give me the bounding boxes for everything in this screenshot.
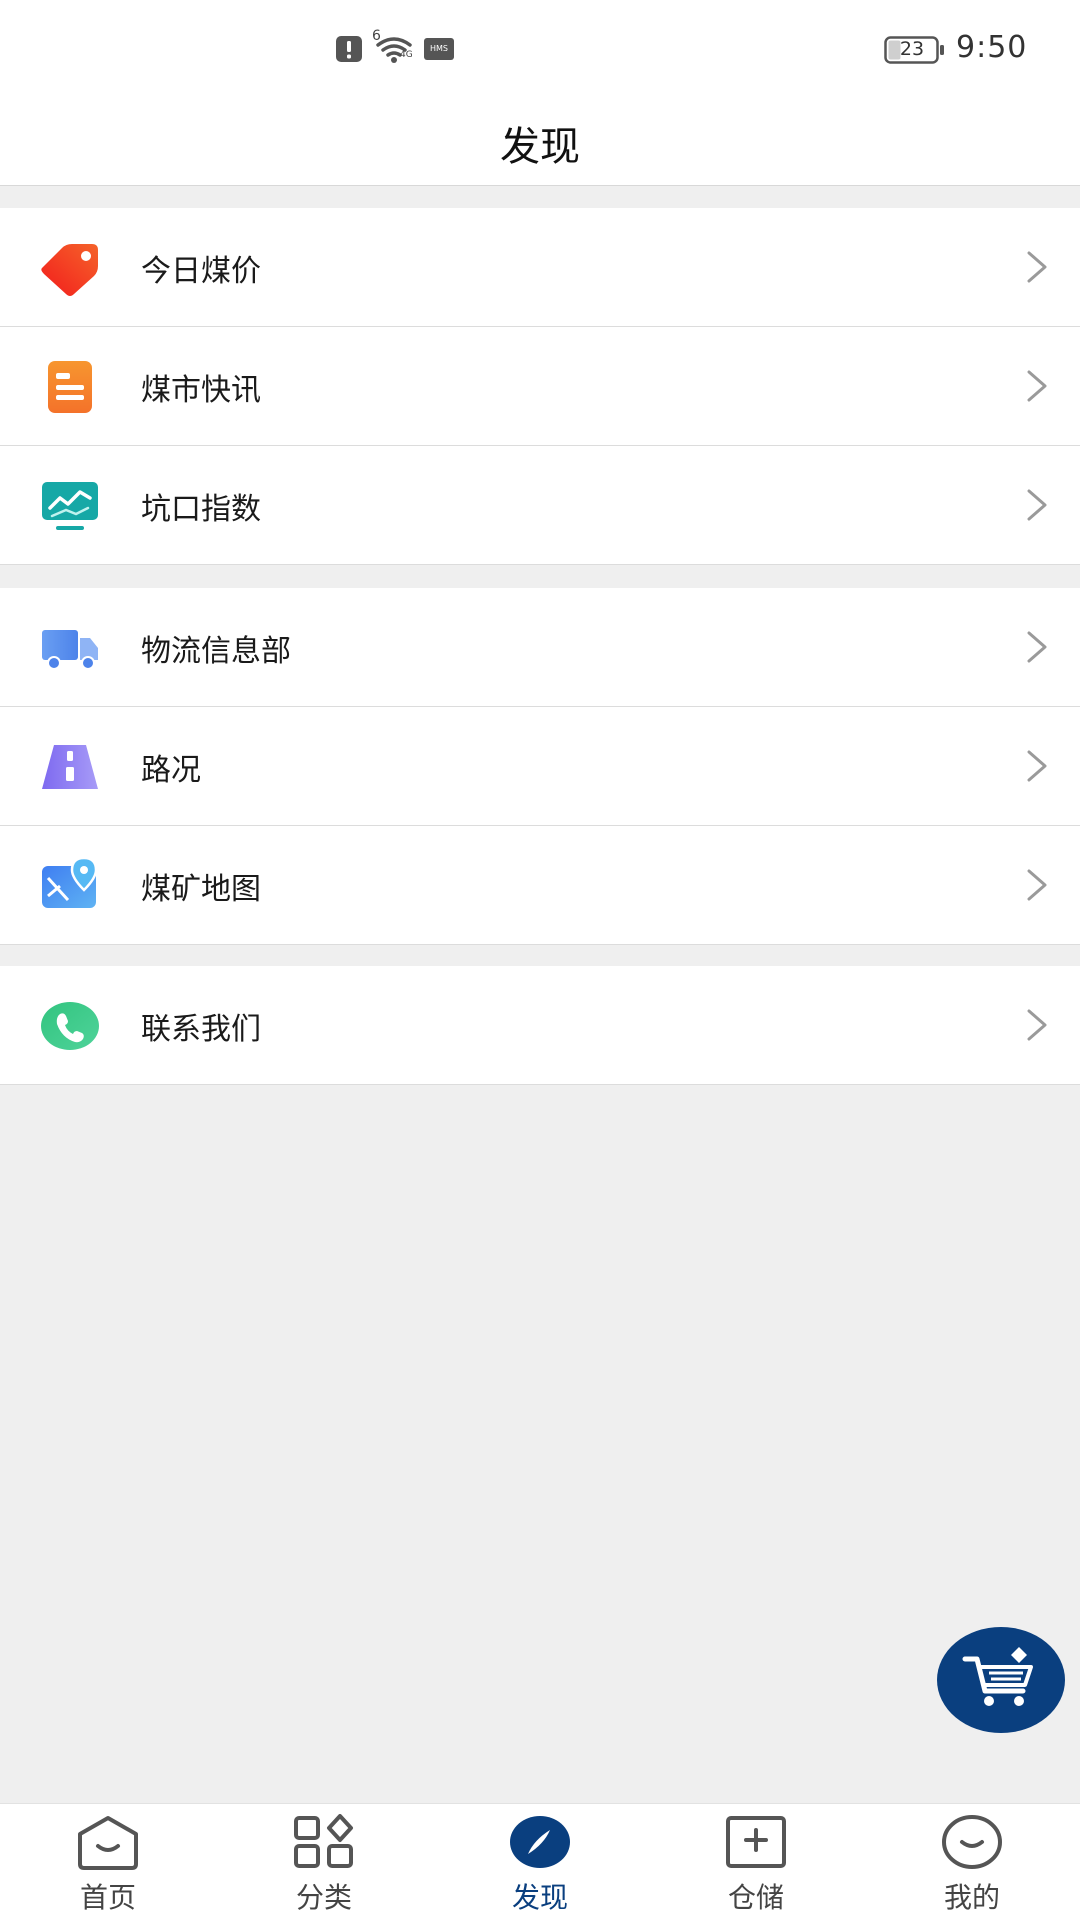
tab-label: 首页 <box>79 1881 136 1914</box>
menu-item-label: 联系我们 <box>141 1012 261 1047</box>
chevron-right-icon <box>1027 631 1047 663</box>
chevron-right-icon <box>1027 1009 1047 1041</box>
status-time: 9:50 <box>956 30 1028 65</box>
menu-item-label: 路况 <box>141 753 201 788</box>
tab-category[interactable]: 分类 <box>216 1804 432 1921</box>
battery-level: 23 <box>899 38 925 60</box>
menu-group-logistics: 物流信息部 路况 煤矿地图 <box>0 588 1080 945</box>
tab-label: 我的 <box>943 1881 1000 1914</box>
news-icon <box>48 361 92 413</box>
wifi-signal-indicator: 6 4G <box>372 28 414 64</box>
category-grid-icon <box>294 1814 353 1868</box>
chevron-right-icon <box>1027 750 1047 782</box>
phone-icon <box>41 1002 99 1050</box>
truck-icon <box>42 630 98 670</box>
tab-home[interactable]: 首页 <box>0 1804 216 1921</box>
tab-label: 发现 <box>511 1881 568 1914</box>
road-icon <box>42 745 98 789</box>
tab-storage[interactable]: 仓储 <box>648 1804 864 1921</box>
price-tag-icon <box>41 244 98 296</box>
chevron-right-icon <box>1027 489 1047 521</box>
cart-fab-button[interactable] <box>937 1627 1065 1733</box>
shopping-cart-icon <box>962 1647 1033 1706</box>
chevron-right-icon <box>1027 370 1047 402</box>
menu-item-road-conditions[interactable]: 路况 <box>0 707 1080 826</box>
menu-group-contact: 联系我们 <box>0 966 1080 1085</box>
hms-badge: HMS <box>424 38 454 60</box>
tab-label: 仓储 <box>727 1881 784 1914</box>
menu-item-label: 煤矿地图 <box>141 872 261 907</box>
status-icons: 6 4G HMS <box>336 28 454 64</box>
chevron-right-icon <box>1027 869 1047 901</box>
bottom-tab-bar: 首页 分类 发现 仓储 我的 <box>0 1803 1080 1921</box>
status-bar: 6 4G HMS 23 9:50 <box>0 0 1080 100</box>
menu-item-label: 物流信息部 <box>141 634 291 669</box>
profile-smile-icon <box>942 1815 1002 1869</box>
page-title: 发现 <box>500 124 580 170</box>
home-icon <box>78 1816 138 1870</box>
storage-box-icon <box>726 1816 786 1868</box>
menu-item-pithead-index[interactable]: 坑口指数 <box>0 446 1080 565</box>
index-chart-icon <box>42 482 98 530</box>
compass-icon <box>510 1816 570 1868</box>
chevron-right-icon <box>1027 251 1047 283</box>
tab-profile[interactable]: 我的 <box>864 1804 1080 1921</box>
tab-label: 分类 <box>295 1881 352 1914</box>
menu-item-label: 今日煤价 <box>141 254 261 289</box>
alert-notification-icon <box>336 36 362 62</box>
menu-item-label: 坑口指数 <box>141 492 261 527</box>
hms-label: HMS <box>430 44 448 53</box>
menu-item-contact-us[interactable]: 联系我们 <box>0 966 1080 1085</box>
tab-discover[interactable]: 发现 <box>432 1804 648 1921</box>
menu-item-logistics-info[interactable]: 物流信息部 <box>0 588 1080 707</box>
menu-item-coal-price[interactable]: 今日煤价 <box>0 208 1080 327</box>
menu-item-coal-news[interactable]: 煤市快讯 <box>0 327 1080 446</box>
map-pin-icon <box>42 856 98 908</box>
menu-group-market: 今日煤价 煤市快讯 坑口指数 <box>0 208 1080 565</box>
menu-item-coal-mine-map[interactable]: 煤矿地图 <box>0 826 1080 945</box>
top-bar: 发现 <box>0 100 1080 186</box>
network-label: 4G <box>400 50 413 60</box>
menu-item-label: 煤市快讯 <box>141 373 261 408</box>
